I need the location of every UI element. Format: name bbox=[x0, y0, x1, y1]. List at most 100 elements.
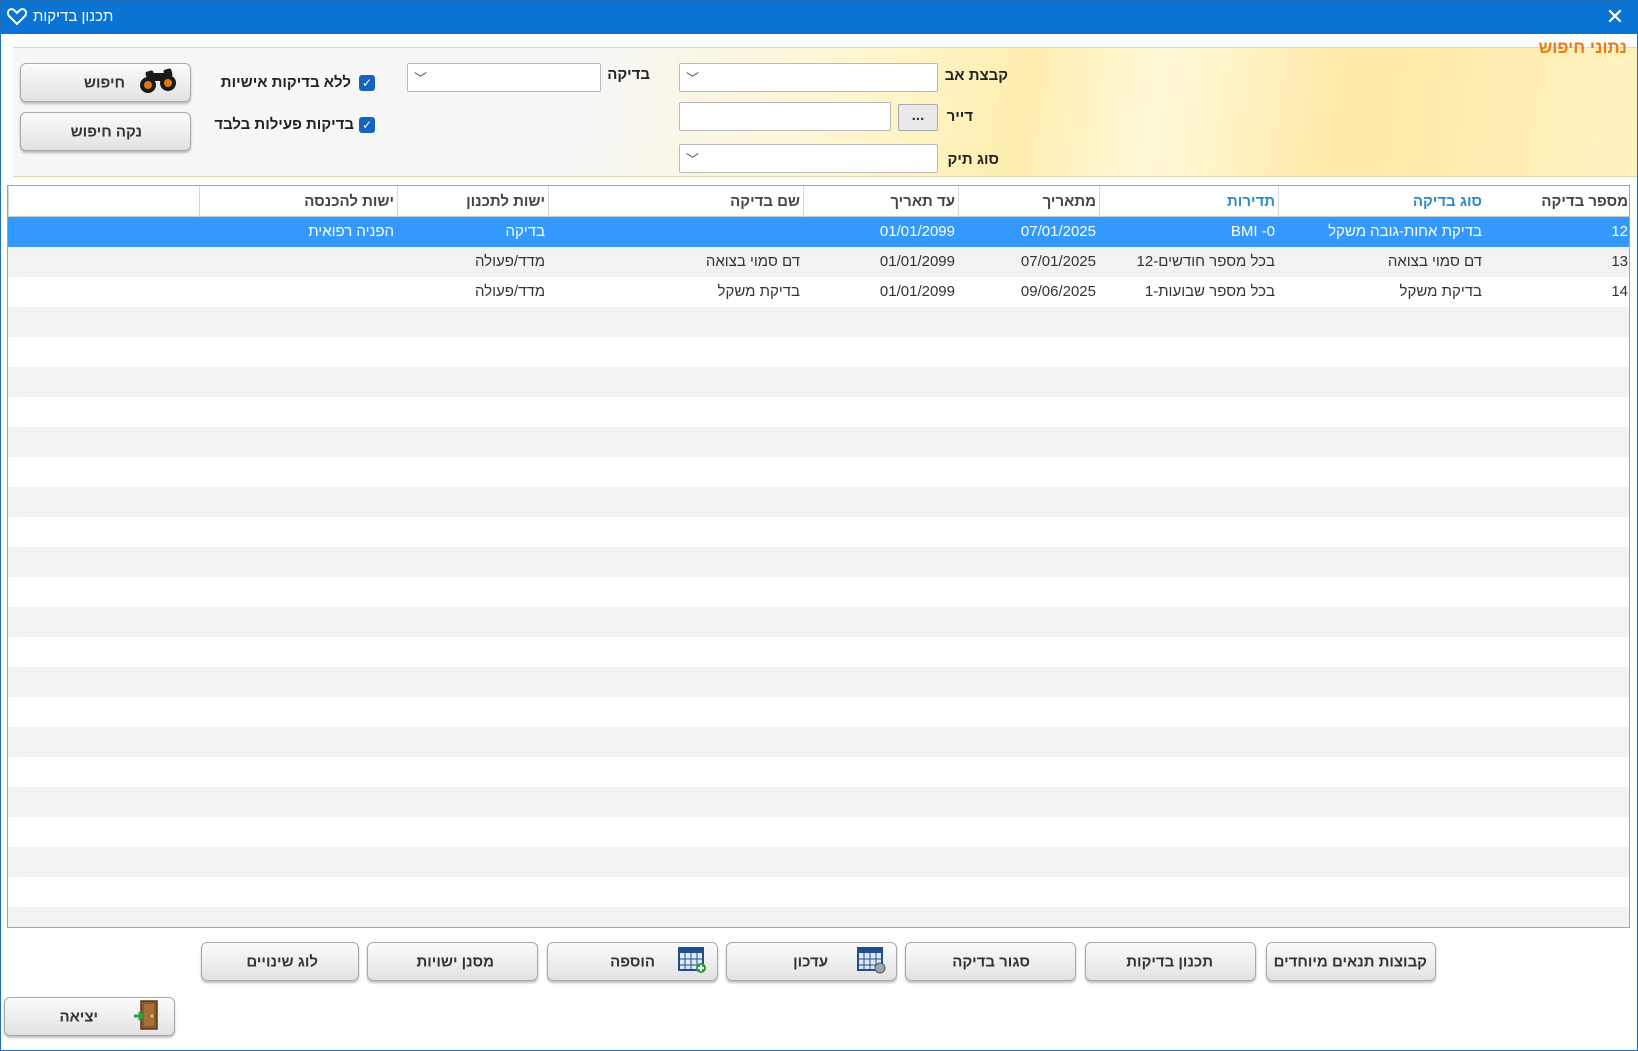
empty-row bbox=[8, 667, 1629, 697]
active-tests-only-label: בדיקות פעילות בלבד bbox=[214, 116, 354, 133]
column-header-test-number[interactable]: מספר בדיקה bbox=[1485, 186, 1629, 217]
empty-row bbox=[8, 367, 1629, 397]
column-header-from-date[interactable]: מתאריך bbox=[958, 186, 1099, 217]
resident-label: דייר bbox=[946, 108, 973, 125]
cell-type: דם סמוי בצואה bbox=[1387, 253, 1482, 270]
cell-entry-entity: הפניה רפואית bbox=[308, 223, 394, 240]
tests-grid: מספר בדיקה סוג בדיקה תדירות מתאריך עד תא… bbox=[7, 185, 1630, 928]
empty-row bbox=[8, 847, 1629, 877]
empty-row bbox=[8, 757, 1629, 787]
cell-entry-entity bbox=[199, 247, 397, 277]
cell-to: 01/01/2099 bbox=[879, 253, 955, 270]
cell-num: 13 bbox=[1611, 253, 1628, 270]
exit-button[interactable]: יציאה bbox=[4, 997, 175, 1036]
test-planning-button[interactable]: תכנון בדיקות bbox=[1085, 942, 1256, 981]
exit-button-label: יציאה bbox=[59, 1008, 98, 1025]
test-select[interactable]: ﹀ bbox=[407, 63, 601, 92]
empty-row bbox=[8, 607, 1629, 637]
cell-name bbox=[548, 217, 803, 247]
column-header-test-type[interactable]: סוג בדיקה bbox=[1278, 186, 1485, 217]
column-header-planning-entity[interactable]: ישות לתכנון bbox=[397, 186, 548, 217]
binoculars-icon bbox=[138, 68, 180, 98]
cell-freq: בכל מספר שבועות-1 bbox=[1144, 283, 1275, 300]
table-row[interactable]: 13 דם סמוי בצואה בכל מספר חודשים-12 07/01/2… bbox=[8, 247, 1629, 277]
chevron-down-icon: ﹀ bbox=[686, 152, 700, 167]
cell-freq: בכל מספר חודשים-12 bbox=[1136, 253, 1275, 270]
empty-row bbox=[8, 727, 1629, 757]
active-tests-only-checkbox[interactable]: ✓ bbox=[359, 117, 375, 133]
close-icon[interactable]: ✕ bbox=[1603, 5, 1627, 29]
cell-to: 01/01/2099 bbox=[879, 283, 955, 300]
cell-type: בדיקת אחות-גובה משקל bbox=[1328, 223, 1482, 240]
parent-group-label: קבצת אב bbox=[944, 67, 1008, 84]
empty-row bbox=[8, 427, 1629, 457]
empty-row bbox=[8, 787, 1629, 817]
add-button[interactable]: הוספה bbox=[547, 942, 718, 981]
empty-row bbox=[8, 487, 1629, 517]
test-label: בדיקה bbox=[607, 66, 650, 83]
clear-search-button[interactable]: נקה חיפוש bbox=[20, 112, 191, 151]
cell-plan-entity: מדד/פעולה bbox=[474, 253, 545, 270]
cell-from: 07/01/2025 bbox=[1020, 253, 1096, 270]
empty-row bbox=[8, 397, 1629, 427]
no-personal-tests-checkbox[interactable]: ✓ bbox=[359, 75, 375, 91]
empty-row bbox=[8, 577, 1629, 607]
column-header-test-name[interactable]: שם בדיקה bbox=[548, 186, 803, 217]
empty-row bbox=[8, 547, 1629, 577]
table-row[interactable]: 14 בדיקת משקל בכל מספר שבועות-1 09/06/2025 0… bbox=[8, 277, 1629, 307]
app-heart-icon bbox=[6, 8, 28, 26]
empty-row bbox=[8, 817, 1629, 847]
empty-row bbox=[8, 697, 1629, 727]
search-button[interactable]: חיפוש bbox=[20, 63, 191, 102]
close-test-button[interactable]: סגור בדיקה bbox=[905, 942, 1076, 981]
window-title: תכנון בדיקות bbox=[33, 8, 114, 25]
no-personal-tests-label: ללא בדיקות אישיות bbox=[220, 74, 351, 91]
empty-row bbox=[8, 337, 1629, 367]
column-header-entry-entity[interactable]: ישות להכנסה bbox=[199, 186, 397, 217]
add-button-label: הוספה bbox=[610, 953, 655, 970]
search-panel-title: נתוני חיפוש bbox=[1538, 38, 1627, 57]
cell-type: בדיקת משקל bbox=[1399, 283, 1482, 300]
empty-row bbox=[8, 307, 1629, 337]
title-bar: תכנון בדיקות ✕ bbox=[1, 1, 1637, 34]
cell-entry-entity bbox=[199, 277, 397, 307]
file-type-select[interactable]: ﹀ bbox=[679, 144, 938, 173]
special-groups-button-label: קבוצות תנאים מיוחדים bbox=[1273, 953, 1427, 970]
cell-to: 01/01/2099 bbox=[879, 223, 955, 240]
column-header-frequency[interactable]: תדירות bbox=[1099, 186, 1278, 217]
update-button-label: עדכון bbox=[793, 953, 828, 970]
column-header-to-date[interactable]: עד תאריך bbox=[803, 186, 958, 217]
special-groups-button[interactable]: קבוצות תנאים מיוחדים bbox=[1266, 942, 1436, 981]
change-log-button[interactable]: לוג שינויים bbox=[201, 942, 359, 981]
chevron-down-icon: ﹀ bbox=[414, 71, 428, 86]
calendar-add-icon bbox=[677, 946, 707, 978]
cell-plan-entity: מדד/פעולה bbox=[474, 283, 545, 300]
empty-row bbox=[8, 907, 1629, 927]
cell-from: 07/01/2025 bbox=[1020, 223, 1096, 240]
close-test-button-label: סגור בדיקה bbox=[952, 953, 1030, 970]
calendar-edit-icon bbox=[856, 946, 886, 978]
update-button[interactable]: עדכון bbox=[726, 942, 897, 981]
empty-row bbox=[8, 637, 1629, 667]
column-header-empty bbox=[8, 186, 199, 217]
cell-from: 09/06/2025 bbox=[1020, 283, 1096, 300]
change-log-button-label: לוג שינויים bbox=[246, 953, 318, 970]
resident-picker-button[interactable]: ... bbox=[898, 104, 938, 131]
cell-freq: BMI -0 bbox=[1230, 223, 1275, 240]
test-planning-button-label: תכנון בדיקות bbox=[1126, 953, 1213, 970]
empty-row bbox=[8, 517, 1629, 547]
resident-input[interactable] bbox=[679, 102, 891, 131]
entity-filter-button[interactable]: מסנן ישויות bbox=[367, 942, 538, 981]
exit-door-icon bbox=[132, 999, 162, 1035]
cell-plan-entity: בדיקה bbox=[505, 223, 545, 240]
search-button-label: חיפוש bbox=[83, 74, 125, 91]
cell-name: דם סמוי בצואה bbox=[705, 253, 800, 270]
file-type-label: סוג תיק bbox=[947, 151, 999, 168]
table-row[interactable]: 12 בדיקת אחות-גובה משקל BMI -0 07/01/2025 01… bbox=[8, 217, 1629, 247]
entity-filter-button-label: מסנן ישויות bbox=[416, 953, 494, 970]
cell-num: 14 bbox=[1611, 283, 1628, 300]
empty-row bbox=[8, 877, 1629, 907]
grid-header: מספר בדיקה סוג בדיקה תדירות מתאריך עד תא… bbox=[8, 186, 1629, 217]
main-window: תכנון בדיקות ✕ נתוני חיפוש קבצת אב ﹀ דיי… bbox=[0, 0, 1638, 1051]
parent-group-select[interactable]: ﹀ bbox=[679, 63, 938, 92]
